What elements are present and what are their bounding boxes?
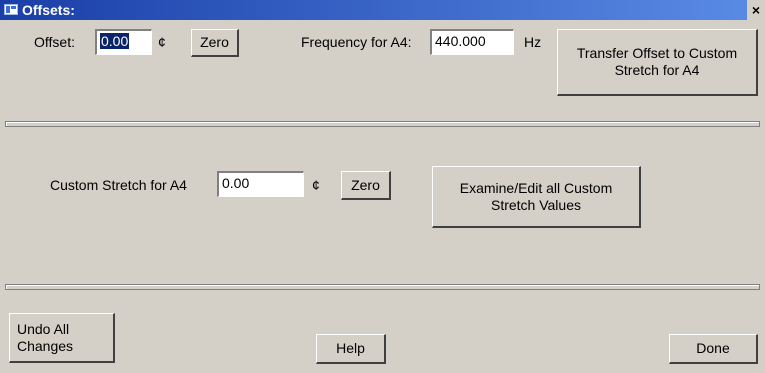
separator-bottom <box>5 284 760 290</box>
examine-button-line1: Examine/Edit all Custom <box>459 179 613 196</box>
title-bar: Offsets: × <box>0 0 765 20</box>
custom-stretch-zero-button[interactable]: Zero <box>341 171 391 200</box>
offset-value: 0.00 <box>100 33 130 49</box>
offset-input[interactable]: 0.00 <box>95 29 152 55</box>
separator-top <box>5 121 760 127</box>
transfer-offset-button[interactable]: Transfer Offset to Custom Stretch for A4 <box>557 29 758 96</box>
frequency-unit: Hz <box>524 34 542 50</box>
custom-stretch-input[interactable]: 0.00 <box>217 171 304 197</box>
undo-line1: Undo All <box>17 320 70 337</box>
offset-label: Offset: <box>34 34 75 50</box>
window-title: Offsets: <box>22 2 75 18</box>
transfer-button-line1: Transfer Offset to Custom <box>576 45 738 61</box>
custom-stretch-unit: ¢ <box>312 177 320 193</box>
frequency-input[interactable]: 440.000 <box>430 29 514 55</box>
app-window-icon <box>4 4 18 15</box>
frequency-label: Frequency for A4: <box>301 34 412 50</box>
help-button[interactable]: Help <box>316 334 386 364</box>
offset-zero-button[interactable]: Zero <box>191 29 239 57</box>
undo-all-changes-button[interactable]: Undo All Changes <box>9 313 115 363</box>
examine-edit-button[interactable]: Examine/Edit all Custom Stretch Values <box>432 166 641 228</box>
transfer-button-line2: Stretch for A4 <box>614 62 700 78</box>
offset-unit: ¢ <box>158 34 166 50</box>
undo-line2: Changes <box>17 337 74 354</box>
done-button[interactable]: Done <box>669 334 758 364</box>
custom-stretch-label: Custom Stretch for A4 <box>50 177 187 193</box>
close-icon[interactable]: × <box>747 0 765 20</box>
examine-button-line2: Stretch Values <box>490 196 581 213</box>
